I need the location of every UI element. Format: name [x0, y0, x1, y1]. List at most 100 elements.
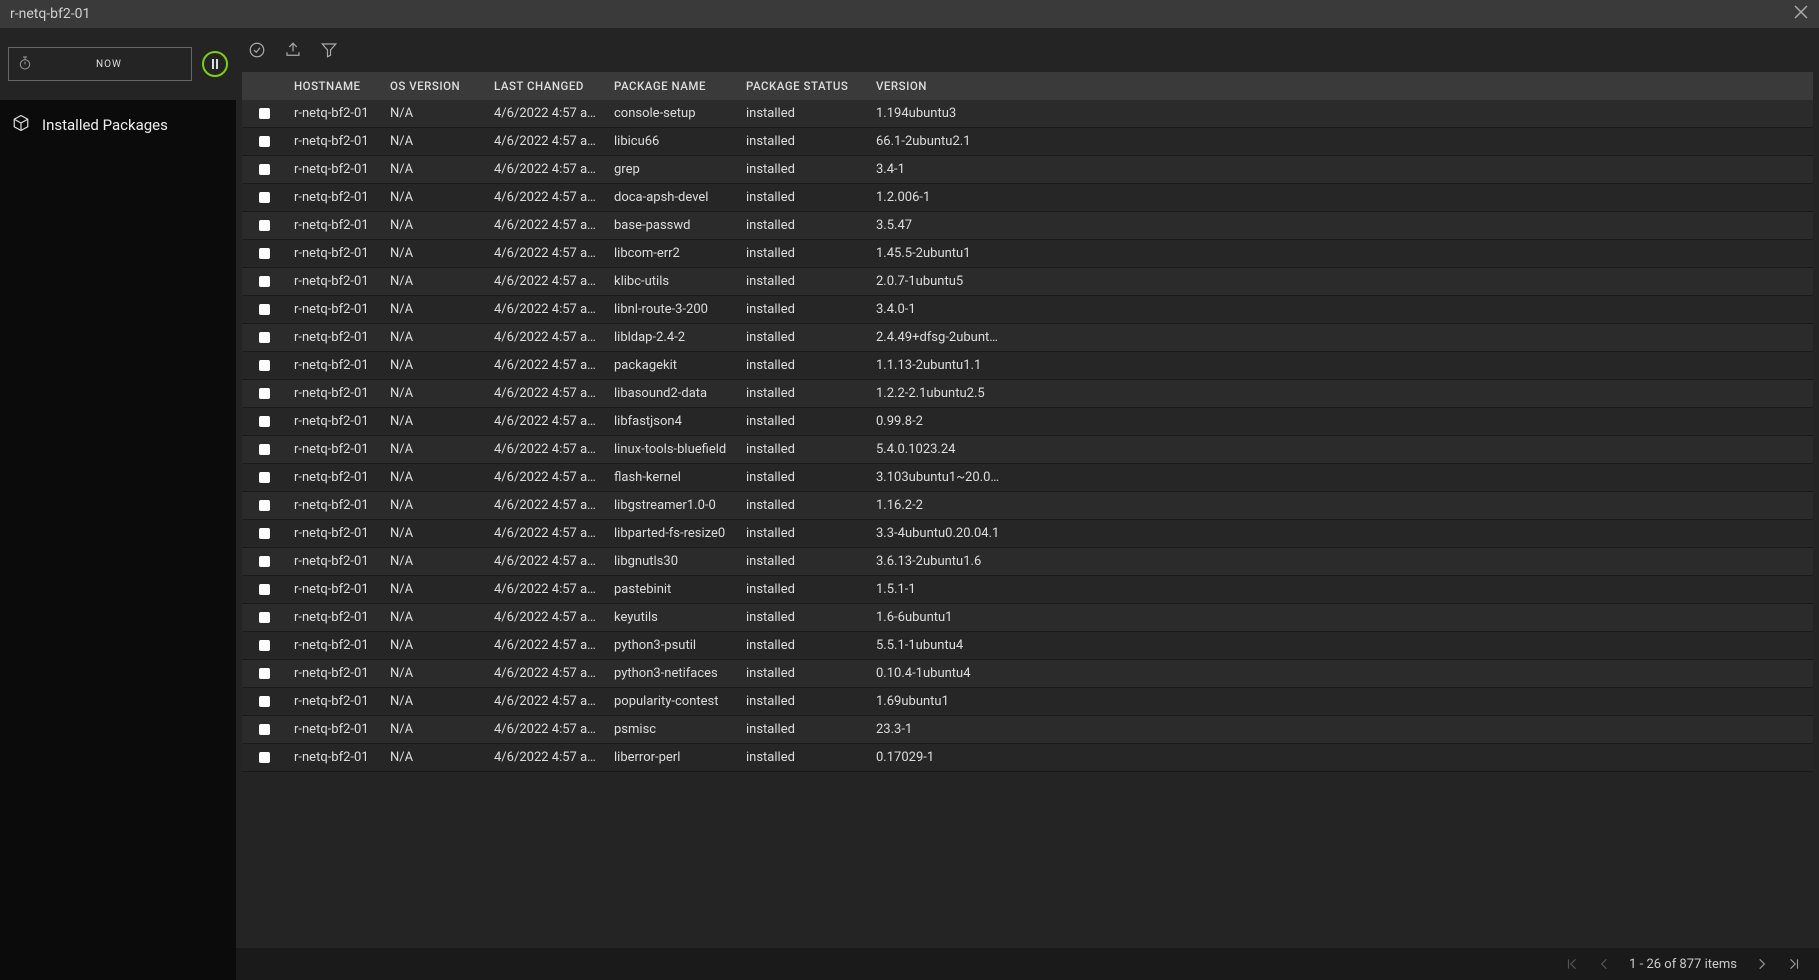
cell-version: 23.3-1	[868, 716, 1012, 744]
cell-package-name: pastebinit	[606, 576, 738, 604]
col-package-name[interactable]: PACKAGE NAME	[606, 72, 738, 100]
cell-package-name: libicu66	[606, 128, 738, 156]
cell-hostname: r-netq-bf2-01	[286, 520, 382, 548]
row-checkbox[interactable]	[259, 696, 270, 707]
row-checkbox[interactable]	[259, 640, 270, 651]
table-row[interactable]: r-netq-bf2-01N/A4/6/2022 4:57 amlibcom-e…	[242, 240, 1813, 268]
table-row[interactable]: r-netq-bf2-01N/A4/6/2022 4:57 amlibfastj…	[242, 408, 1813, 436]
table-row[interactable]: r-netq-bf2-01N/A4/6/2022 4:57 amconsole-…	[242, 100, 1813, 128]
row-checkbox[interactable]	[259, 416, 270, 427]
cell-os: N/A	[382, 212, 486, 240]
row-checkbox[interactable]	[259, 668, 270, 679]
table-row[interactable]: r-netq-bf2-01N/A4/6/2022 4:57 amklibc-ut…	[242, 268, 1813, 296]
export-icon[interactable]	[284, 41, 302, 59]
row-checkbox[interactable]	[259, 444, 270, 455]
row-checkbox[interactable]	[259, 220, 270, 231]
cell-status: installed	[738, 184, 868, 212]
row-checkbox[interactable]	[259, 164, 270, 175]
page-next-icon[interactable]	[1755, 957, 1769, 971]
col-checkbox[interactable]	[242, 72, 286, 100]
table-row[interactable]: r-netq-bf2-01N/A4/6/2022 4:57 amlibparte…	[242, 520, 1813, 548]
cell-package-name: doca-apsh-devel	[606, 184, 738, 212]
cell-hostname: r-netq-bf2-01	[286, 660, 382, 688]
table-row[interactable]: r-netq-bf2-01N/A4/6/2022 4:57 ampopulari…	[242, 688, 1813, 716]
cell-os: N/A	[382, 660, 486, 688]
sidebar-item-installed-packages[interactable]: Installed Packages	[0, 100, 236, 150]
table-container[interactable]: HOSTNAME OS VERSION LAST CHANGED PACKAGE…	[236, 72, 1819, 948]
cell-os: N/A	[382, 520, 486, 548]
table-row[interactable]: r-netq-bf2-01N/A4/6/2022 4:57 amlibasoun…	[242, 380, 1813, 408]
table-row[interactable]: r-netq-bf2-01N/A4/6/2022 4:57 amkeyutils…	[242, 604, 1813, 632]
table-row[interactable]: r-netq-bf2-01N/A4/6/2022 4:57 ampython3-…	[242, 660, 1813, 688]
window-title: r-netq-bf2-01	[10, 6, 90, 22]
page-last-icon[interactable]	[1787, 957, 1801, 971]
table-row[interactable]: r-netq-bf2-01N/A4/6/2022 4:57 ampastebin…	[242, 576, 1813, 604]
row-checkbox[interactable]	[259, 724, 270, 735]
table-row[interactable]: r-netq-bf2-01N/A4/6/2022 4:57 ampython3-…	[242, 632, 1813, 660]
row-checkbox[interactable]	[259, 136, 270, 147]
table-row[interactable]: r-netq-bf2-01N/A4/6/2022 4:57 amliberror…	[242, 744, 1813, 772]
cell-status: installed	[738, 716, 868, 744]
row-checkbox[interactable]	[259, 304, 270, 315]
table-row[interactable]: r-netq-bf2-01N/A4/6/2022 4:57 amdoca-aps…	[242, 184, 1813, 212]
cell-last-changed: 4/6/2022 4:57 am	[486, 576, 606, 604]
row-checkbox[interactable]	[259, 500, 270, 511]
cell-package-name: liberror-perl	[606, 744, 738, 772]
cell-os: N/A	[382, 100, 486, 128]
row-checkbox[interactable]	[259, 528, 270, 539]
table-row[interactable]: r-netq-bf2-01N/A4/6/2022 4:57 amlinux-to…	[242, 436, 1813, 464]
row-checkbox[interactable]	[259, 108, 270, 119]
cell-os: N/A	[382, 268, 486, 296]
cell-last-changed: 4/6/2022 4:57 am	[486, 716, 606, 744]
cell-package-name: libgnutls30	[606, 548, 738, 576]
cell-status: installed	[738, 212, 868, 240]
row-checkbox[interactable]	[259, 276, 270, 287]
row-checkbox[interactable]	[259, 332, 270, 343]
cell-version: 1.69ubuntu1	[868, 688, 1012, 716]
row-checkbox[interactable]	[259, 388, 270, 399]
check-circle-icon[interactable]	[248, 41, 266, 59]
cell-os: N/A	[382, 492, 486, 520]
row-checkbox[interactable]	[259, 360, 270, 371]
row-checkbox[interactable]	[259, 612, 270, 623]
cell-status: installed	[738, 380, 868, 408]
close-icon[interactable]	[1793, 4, 1809, 25]
cell-status: installed	[738, 492, 868, 520]
row-checkbox[interactable]	[259, 192, 270, 203]
cell-hostname: r-netq-bf2-01	[286, 744, 382, 772]
filter-icon[interactable]	[320, 41, 338, 59]
cell-package-name: libgstreamer1.0-0	[606, 492, 738, 520]
table-row[interactable]: r-netq-bf2-01N/A4/6/2022 4:57 amlibgstre…	[242, 492, 1813, 520]
cell-version: 66.1-2ubuntu2.1	[868, 128, 1012, 156]
cell-os: N/A	[382, 744, 486, 772]
row-checkbox[interactable]	[259, 248, 270, 259]
cell-last-changed: 4/6/2022 4:57 am	[486, 632, 606, 660]
table-row[interactable]: r-netq-bf2-01N/A4/6/2022 4:57 ambase-pas…	[242, 212, 1813, 240]
row-checkbox[interactable]	[259, 472, 270, 483]
table-header-row: HOSTNAME OS VERSION LAST CHANGED PACKAGE…	[242, 72, 1813, 100]
table-row[interactable]: r-netq-bf2-01N/A4/6/2022 4:57 amflash-ke…	[242, 464, 1813, 492]
page-prev-icon[interactable]	[1597, 957, 1611, 971]
table-row[interactable]: r-netq-bf2-01N/A4/6/2022 4:57 amlibldap-…	[242, 324, 1813, 352]
col-version[interactable]: VERSION	[868, 72, 1012, 100]
row-checkbox[interactable]	[259, 584, 270, 595]
col-package-status[interactable]: PACKAGE STATUS	[738, 72, 868, 100]
table-row[interactable]: r-netq-bf2-01N/A4/6/2022 4:57 amlibnl-ro…	[242, 296, 1813, 324]
cell-version: 2.0.7-1ubuntu5	[868, 268, 1012, 296]
table-row[interactable]: r-netq-bf2-01N/A4/6/2022 4:57 ampackagek…	[242, 352, 1813, 380]
now-button[interactable]: NOW	[8, 47, 192, 81]
pause-button[interactable]	[202, 51, 228, 77]
col-os-version[interactable]: OS VERSION	[382, 72, 486, 100]
table-row[interactable]: r-netq-bf2-01N/A4/6/2022 4:57 ampsmiscin…	[242, 716, 1813, 744]
cell-last-changed: 4/6/2022 4:57 am	[486, 744, 606, 772]
col-hostname[interactable]: HOSTNAME	[286, 72, 382, 100]
col-last-changed[interactable]: LAST CHANGED	[486, 72, 606, 100]
page-first-icon[interactable]	[1565, 957, 1579, 971]
table-row[interactable]: r-netq-bf2-01N/A4/6/2022 4:57 amlibicu66…	[242, 128, 1813, 156]
cell-status: installed	[738, 296, 868, 324]
table-row[interactable]: r-netq-bf2-01N/A4/6/2022 4:57 amlibgnutl…	[242, 548, 1813, 576]
row-checkbox[interactable]	[259, 556, 270, 567]
table-row[interactable]: r-netq-bf2-01N/A4/6/2022 4:57 amgrepinst…	[242, 156, 1813, 184]
cell-hostname: r-netq-bf2-01	[286, 100, 382, 128]
row-checkbox[interactable]	[259, 752, 270, 763]
